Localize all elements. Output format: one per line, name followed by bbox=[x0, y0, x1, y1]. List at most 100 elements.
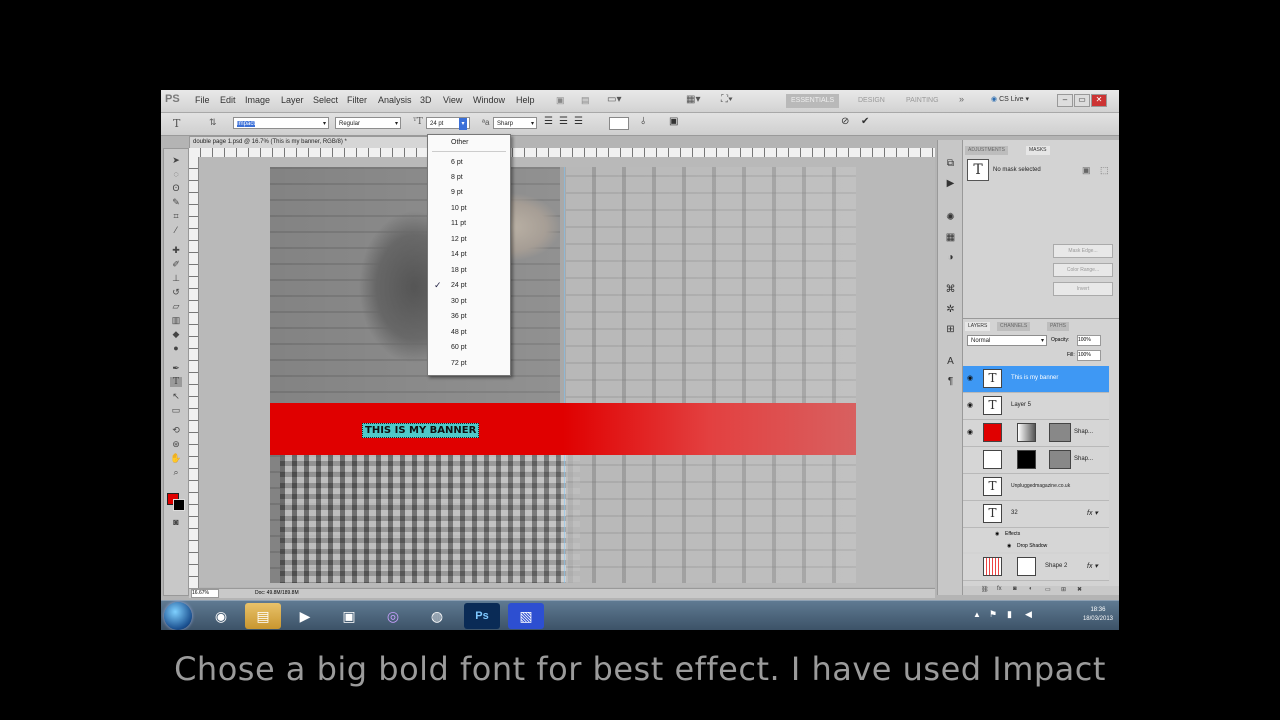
link-layers-icon[interactable]: ⛓ bbox=[981, 586, 989, 593]
view-extras-icon[interactable]: ▭▾ bbox=[607, 94, 621, 105]
tab-paths[interactable]: PATHS bbox=[1047, 322, 1069, 331]
zoom-tool-icon[interactable]: ⌕ bbox=[170, 467, 182, 477]
explorer-icon[interactable]: ▤ bbox=[245, 603, 281, 629]
menu-select[interactable]: Select bbox=[313, 95, 338, 105]
paragraph-panel-icon[interactable]: ¶ bbox=[944, 376, 957, 388]
banner-text-layer[interactable]: THIS IS MY BANNER bbox=[362, 423, 480, 438]
menu-window[interactable]: Window bbox=[473, 95, 505, 105]
screen-mode-icon[interactable]: ⛶▾ bbox=[721, 94, 733, 105]
size-option[interactable]: 48 pt bbox=[428, 325, 510, 340]
workspace-essentials[interactable]: ESSENTIALS bbox=[786, 94, 840, 108]
layer-row[interactable]: T 32 fx ▾ bbox=[963, 501, 1109, 528]
tab-channels[interactable]: CHANNELS bbox=[997, 322, 1031, 331]
text-color-swatch[interactable] bbox=[609, 117, 629, 130]
type-tool-icon[interactable]: T bbox=[170, 377, 182, 387]
zoom-level[interactable]: 16.67% bbox=[191, 589, 219, 598]
actions-panel-icon[interactable]: ▶ bbox=[944, 178, 957, 190]
healing-brush-icon[interactable]: ✚ bbox=[170, 245, 182, 255]
size-option[interactable]: 10 pt bbox=[428, 201, 510, 216]
start-button[interactable] bbox=[164, 602, 192, 630]
menu-file[interactable]: File bbox=[195, 95, 210, 105]
eye-icon[interactable]: ◉ bbox=[967, 401, 975, 409]
fx-icon[interactable]: fx ▾ bbox=[1087, 509, 1098, 517]
size-option-selected[interactable]: ✓ 24 pt bbox=[428, 278, 510, 293]
tab-layers[interactable]: LAYERS bbox=[965, 322, 991, 331]
color-range-button[interactable]: Color Range... bbox=[1053, 263, 1113, 277]
opacity-input[interactable]: 100% bbox=[1077, 335, 1101, 346]
menu-view[interactable]: View bbox=[443, 95, 462, 105]
trash-icon[interactable]: ✖ bbox=[1077, 586, 1082, 593]
fill-input[interactable]: 100% bbox=[1077, 350, 1101, 361]
dodge-tool-icon[interactable]: ● bbox=[170, 343, 182, 353]
size-option[interactable]: 36 pt bbox=[428, 309, 510, 324]
marquee-tool-icon[interactable]: ◌ bbox=[170, 169, 182, 179]
new-layer-icon[interactable]: ⊞ bbox=[1061, 586, 1066, 593]
commit-edits-icon[interactable]: ✔ bbox=[861, 116, 869, 127]
move-tool-icon[interactable]: ➤ bbox=[170, 155, 182, 165]
quick-mask-icon[interactable]: ◙ bbox=[170, 517, 182, 527]
taskbar-clock[interactable]: 18:36 18/03/2013 bbox=[1083, 606, 1113, 624]
warp-text-icon[interactable]: ⫰ bbox=[641, 116, 645, 127]
tab-adjustments[interactable]: ADJUSTMENTS bbox=[965, 146, 1008, 155]
brush-tool-icon[interactable]: ✐ bbox=[170, 259, 182, 269]
size-option[interactable]: 60 pt bbox=[428, 340, 510, 355]
network-icon[interactable]: ◍ bbox=[419, 603, 455, 629]
document-canvas[interactable]: THIS IS MY BANNER bbox=[270, 167, 856, 583]
size-option-other[interactable]: Other bbox=[428, 135, 510, 150]
brush-panel-icon[interactable]: ⌘ bbox=[944, 284, 957, 296]
quick-select-tool-icon[interactable]: ✎ bbox=[170, 197, 182, 207]
add-style-icon[interactable]: fx bbox=[997, 586, 1002, 592]
canvas-area[interactable]: THIS IS MY BANNER bbox=[199, 157, 935, 587]
blend-mode-select[interactable]: Normal ▾ bbox=[967, 335, 1047, 346]
font-family-select[interactable]: Impact ▾ bbox=[233, 117, 329, 129]
adjustment-layer-icon[interactable]: ◐ bbox=[1029, 586, 1033, 592]
hand-tool-icon[interactable]: ✋ bbox=[170, 453, 182, 463]
align-center-icon[interactable]: ☰ bbox=[559, 116, 568, 127]
effects-row[interactable]: ◉ Effects bbox=[963, 528, 1109, 540]
cs-live-button[interactable]: ◉ CS Live ▾ bbox=[991, 95, 1029, 103]
styles-panel-icon[interactable]: ◑ bbox=[944, 252, 957, 264]
guide-line[interactable] bbox=[564, 167, 565, 583]
drop-shadow-row[interactable]: ◉ Drop Shadow bbox=[963, 540, 1109, 552]
history-brush-icon[interactable]: ↺ bbox=[170, 287, 182, 297]
workspace-painting[interactable]: PAINTING bbox=[901, 94, 944, 108]
align-right-icon[interactable]: ☰ bbox=[574, 116, 583, 127]
layer-row-selected[interactable]: ◉ T This is my banner bbox=[963, 366, 1109, 393]
snipping-icon[interactable]: ▧ bbox=[508, 603, 544, 629]
app-spiral-icon[interactable]: ◎ bbox=[375, 603, 411, 629]
menu-help[interactable]: Help bbox=[516, 95, 535, 105]
size-option[interactable]: 8 pt bbox=[428, 170, 510, 185]
clone-stamp-icon[interactable]: ⊥ bbox=[170, 273, 182, 283]
pixel-mask-icon[interactable]: ▣ bbox=[1082, 165, 1091, 176]
3d-orbit-icon[interactable]: ⊛ bbox=[170, 439, 182, 449]
layer-row[interactable]: ◉ Shap... bbox=[963, 420, 1109, 447]
tray-network-icon[interactable]: ▮ bbox=[1007, 609, 1012, 620]
tab-masks[interactable]: MASKS bbox=[1026, 146, 1050, 155]
size-option[interactable]: 30 pt bbox=[428, 294, 510, 309]
shape-tool-icon[interactable]: ▭ bbox=[170, 405, 182, 415]
vector-mask-icon[interactable]: ⬚ bbox=[1100, 165, 1109, 176]
history-panel-icon[interactable]: ⧉ bbox=[944, 158, 957, 170]
window-app-icon[interactable]: ▣ bbox=[331, 603, 367, 629]
minimize-button[interactable]: – bbox=[1057, 94, 1073, 107]
pen-tool-icon[interactable]: ✒ bbox=[170, 363, 182, 373]
bridge-icon[interactable]: ▣ bbox=[556, 95, 565, 106]
size-option[interactable]: 9 pt bbox=[428, 185, 510, 200]
size-option[interactable]: 18 pt bbox=[428, 263, 510, 278]
mask-edge-button[interactable]: Mask Edge... bbox=[1053, 244, 1113, 258]
tray-arrow-icon[interactable]: ▲ bbox=[973, 610, 981, 619]
align-left-icon[interactable]: ☰ bbox=[544, 116, 553, 127]
menu-image[interactable]: Image bbox=[245, 95, 270, 105]
layer-row[interactable]: Shap... bbox=[963, 447, 1109, 474]
eyedropper-tool-icon[interactable]: ⁄ bbox=[170, 225, 182, 235]
size-option[interactable]: 14 pt bbox=[428, 247, 510, 262]
minibridge-icon[interactable]: ▤ bbox=[581, 95, 590, 106]
eye-icon[interactable]: ◉ bbox=[967, 374, 975, 382]
more-workspaces-icon[interactable]: » bbox=[959, 94, 964, 104]
menu-layer[interactable]: Layer bbox=[281, 95, 304, 105]
arrange-docs-icon[interactable]: ▦▾ bbox=[686, 94, 700, 105]
lasso-tool-icon[interactable]: ʘ bbox=[170, 183, 182, 193]
layer-row[interactable]: ◉ T Layer 5 bbox=[963, 393, 1109, 420]
swatches-panel-icon[interactable]: ▦ bbox=[944, 232, 957, 244]
character-panel-icon[interactable]: ▣ bbox=[669, 116, 678, 127]
